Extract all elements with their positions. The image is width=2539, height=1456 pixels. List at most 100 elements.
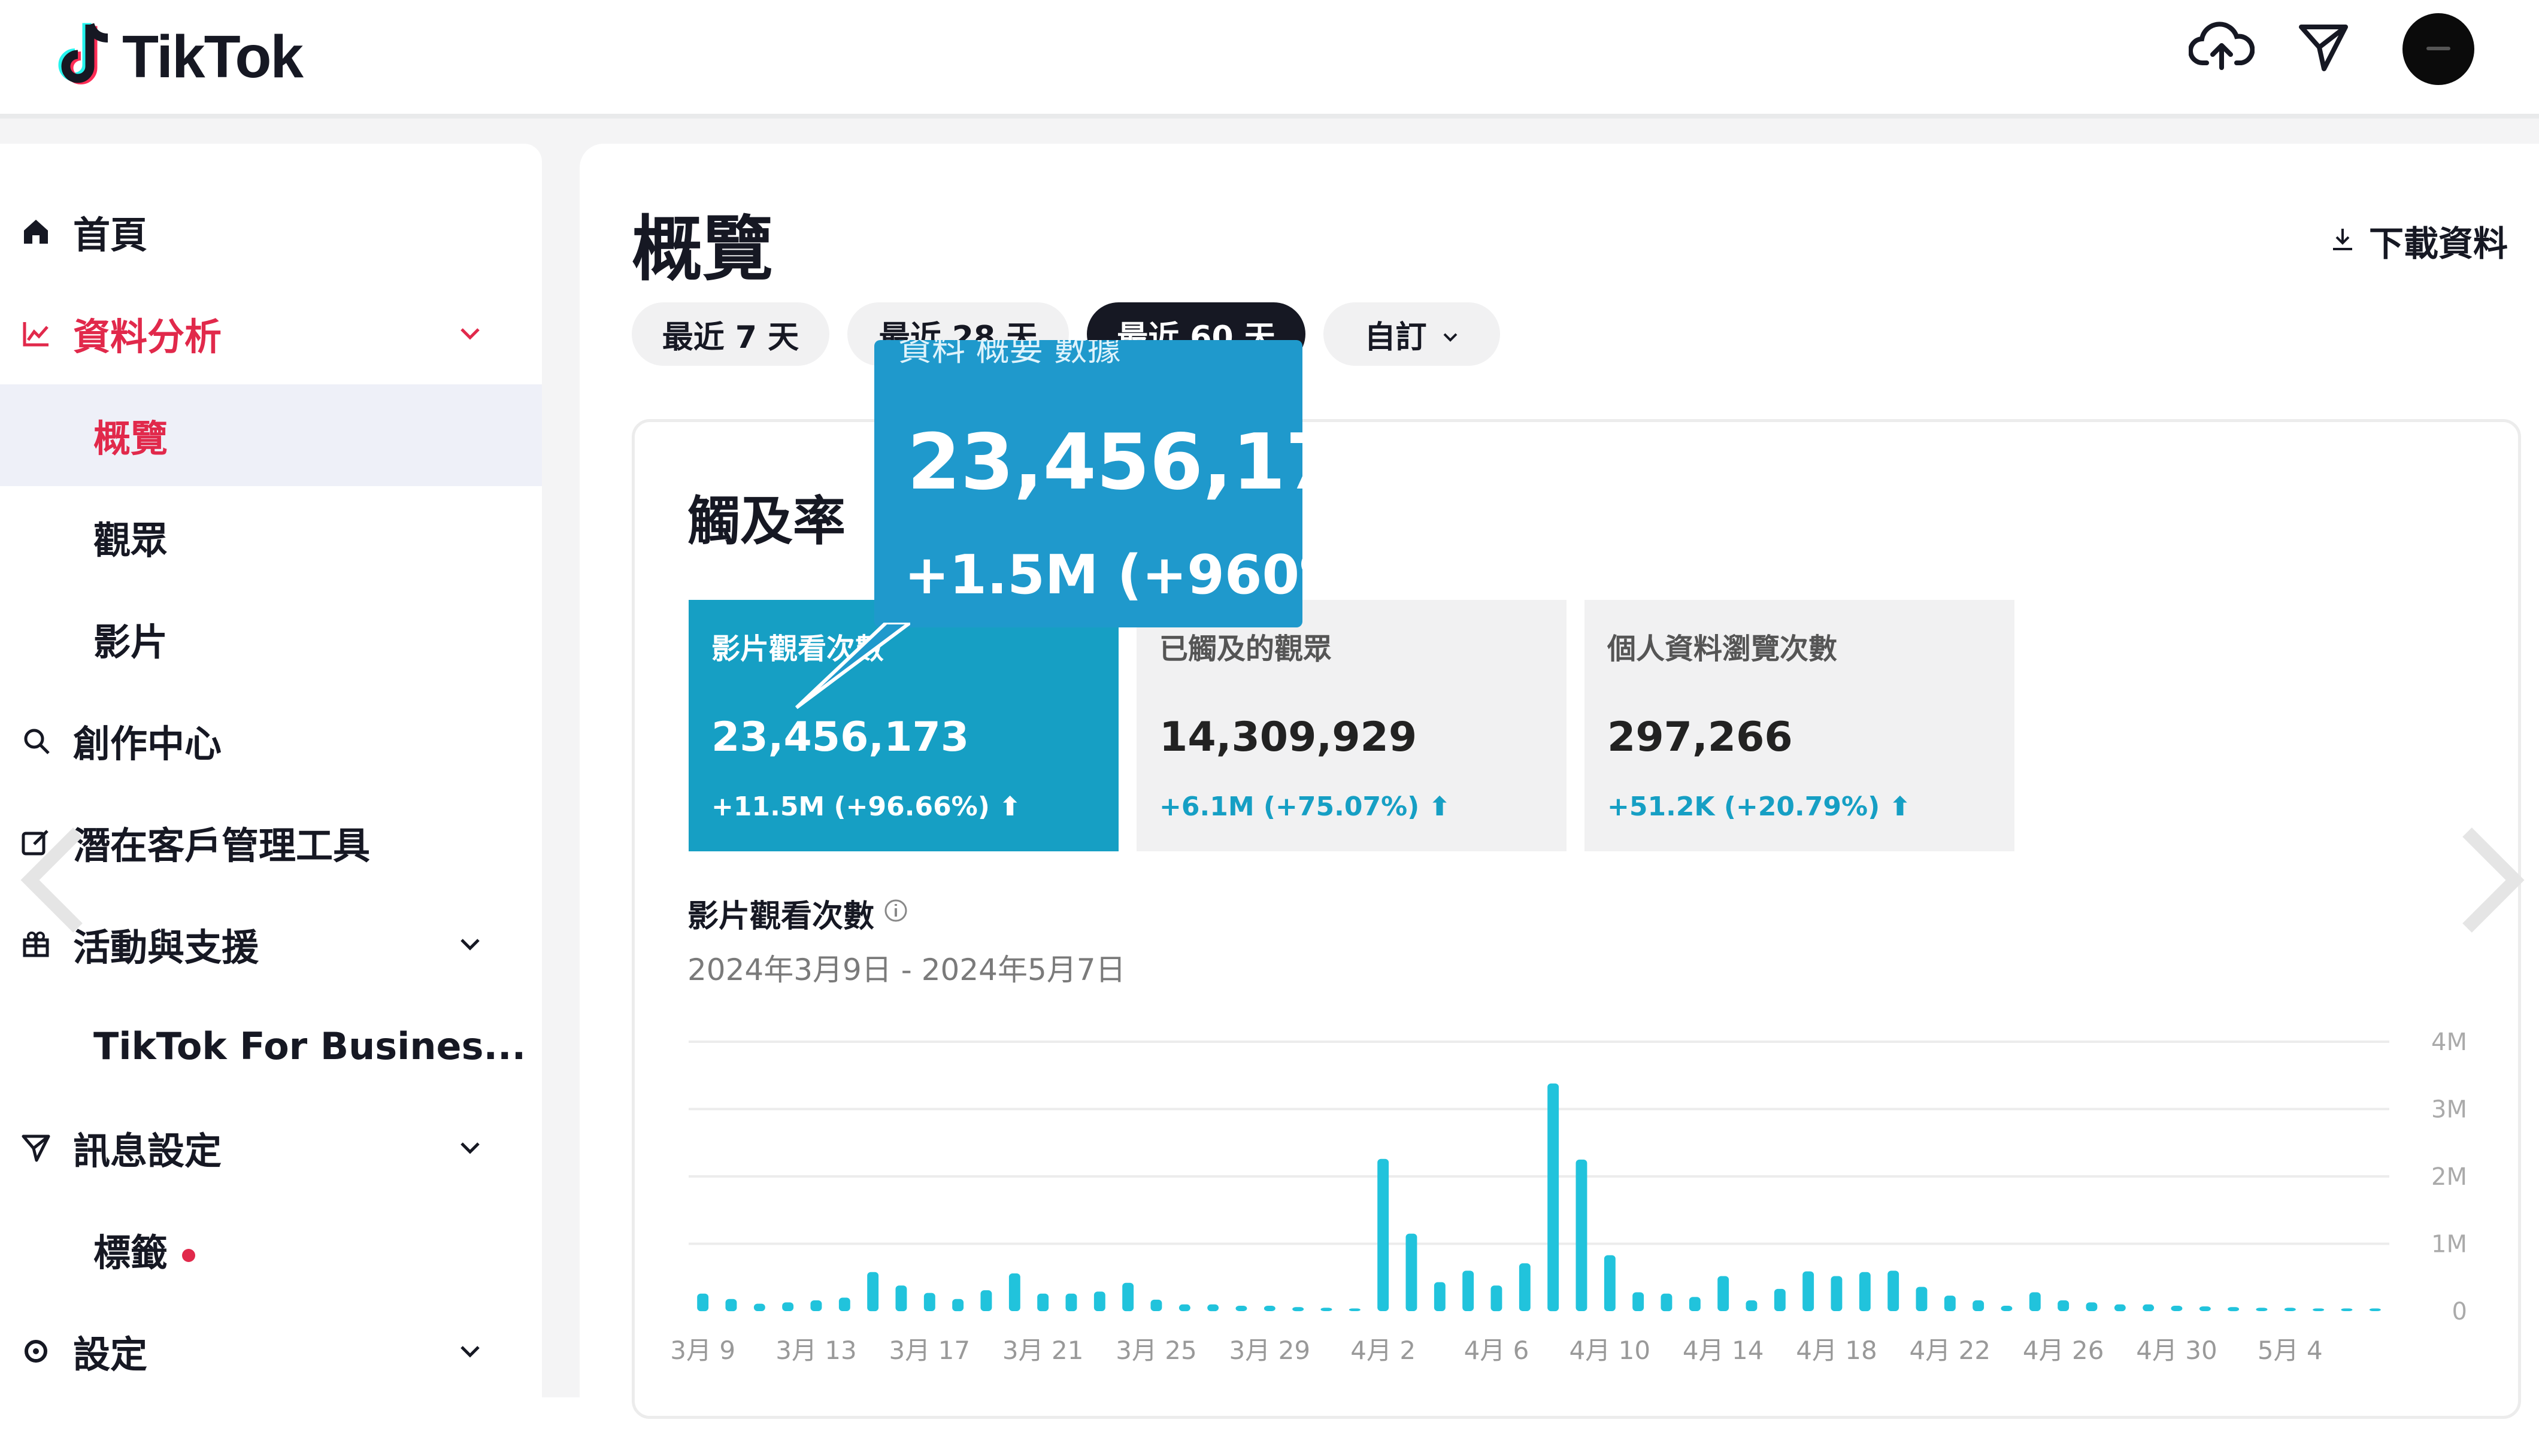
sidebar-item-tags[interactable]: 標籤 (0, 1199, 542, 1300)
bar[interactable] (1916, 1287, 1928, 1312)
bar[interactable] (2256, 1308, 2268, 1311)
bar[interactable] (2058, 1300, 2070, 1311)
send-icon[interactable] (2287, 11, 2359, 83)
bar[interactable] (697, 1293, 709, 1312)
bar[interactable] (1774, 1288, 1786, 1311)
bar[interactable] (725, 1299, 737, 1312)
bar[interactable] (952, 1299, 964, 1312)
sidebar-item-creator-center[interactable]: 創作中心 (0, 690, 542, 791)
bar[interactable] (782, 1302, 794, 1311)
tiktok-note-icon (54, 22, 114, 93)
metric-label: 個人資料瀏覽次數 (1607, 632, 1838, 666)
bar[interactable] (753, 1303, 765, 1311)
sidebar-item-analytics[interactable]: 資料分析 (0, 283, 542, 384)
x-tick-label: 4月 14 (1683, 1336, 1764, 1365)
x-tick-label: 4月 10 (1570, 1336, 1651, 1365)
bar[interactable] (1434, 1282, 1446, 1311)
bar[interactable] (980, 1290, 992, 1311)
sidebar-item-tiktok-for-business[interactable]: TikTok For Busines... (0, 995, 542, 1097)
bar[interactable] (1547, 1083, 1559, 1312)
sidebar-item-message-settings[interactable]: 訊息設定 (0, 1097, 542, 1199)
bar[interactable] (1462, 1270, 1474, 1312)
metric-reached-audience[interactable]: 已觸及的觀眾 14,309,929 +6.1M (+75.07%) ⬆ (1137, 600, 1567, 851)
bar[interactable] (1264, 1306, 1275, 1311)
bar[interactable] (1604, 1255, 1616, 1311)
bar[interactable] (923, 1293, 935, 1311)
bar[interactable] (2143, 1304, 2155, 1312)
bar[interactable] (2313, 1308, 2325, 1312)
bar[interactable] (1207, 1304, 1219, 1312)
bar[interactable] (1831, 1276, 1843, 1312)
bar[interactable] (1802, 1271, 1814, 1311)
tooltip-value: 23,456,173 (907, 418, 1302, 507)
sidebar-item-video[interactable]: 影片 (0, 588, 542, 690)
bar[interactable] (2171, 1306, 2183, 1311)
bar[interactable] (1405, 1233, 1417, 1311)
bar[interactable] (1122, 1282, 1134, 1312)
profile-avatar[interactable] (2402, 13, 2474, 85)
sidebar-item-overview[interactable]: 概覽 (0, 384, 542, 486)
bar[interactable] (1093, 1291, 1105, 1311)
arrow-up-icon: ⬆ (1889, 791, 1911, 822)
tiktok-logo[interactable]: TikTok (54, 18, 304, 96)
bar[interactable] (2114, 1304, 2126, 1312)
bar[interactable] (1235, 1306, 1247, 1311)
creator-icon (18, 723, 54, 759)
download-data-button[interactable]: 下載資料 (2329, 216, 2508, 266)
bar[interactable] (2228, 1307, 2240, 1312)
bar[interactable] (1150, 1299, 1162, 1311)
range-custom-dropdown[interactable]: 自訂 (1323, 302, 1500, 366)
bar[interactable] (2199, 1306, 2211, 1311)
cloud-upload-icon[interactable] (2186, 11, 2258, 83)
bar[interactable] (2086, 1302, 2098, 1311)
home-icon (18, 214, 54, 250)
bar[interactable] (1349, 1308, 1361, 1312)
bar[interactable] (895, 1285, 907, 1312)
chart-icon (18, 316, 54, 351)
value-tooltip: 資料 概要 數據 23,456,173 +1.5M (+960%) (874, 340, 1302, 627)
range-7-days[interactable]: 最近 7 天 (632, 302, 829, 366)
bar[interactable] (1377, 1158, 1389, 1311)
y-tick-label: 2M (2431, 1163, 2467, 1191)
sidebar-item-label: 活動與支援 (73, 926, 259, 969)
bar[interactable] (1661, 1293, 1673, 1312)
bar[interactable] (810, 1300, 822, 1311)
bar[interactable] (1575, 1159, 1587, 1311)
views-bar-chart: 0 1M 2M 3M 4M 3月 9 3月 13 3月 17 3月 21 3月 25 3月 29 4月… (670, 1029, 2467, 1365)
bar[interactable] (1178, 1304, 1190, 1312)
bar[interactable] (2284, 1308, 2296, 1311)
bar[interactable] (1973, 1300, 1984, 1311)
metric-label: 已觸及的觀眾 (1159, 632, 1332, 666)
bar[interactable] (1944, 1296, 1956, 1311)
bar[interactable] (867, 1272, 879, 1312)
bar[interactable] (1037, 1293, 1049, 1312)
bar[interactable] (1717, 1276, 1729, 1312)
bar[interactable] (1490, 1285, 1502, 1312)
sidebar-item-settings[interactable]: 設定 (0, 1300, 542, 1402)
bar[interactable] (1632, 1292, 1644, 1312)
carousel-next-arrow[interactable] (2449, 820, 2533, 940)
bar[interactable] (2029, 1292, 2041, 1312)
bar[interactable] (2341, 1308, 2353, 1312)
info-icon[interactable] (883, 896, 909, 932)
bar[interactable] (1008, 1273, 1020, 1311)
bar[interactable] (1887, 1270, 1899, 1312)
bar[interactable] (2001, 1306, 2013, 1311)
bar[interactable] (1689, 1297, 1701, 1311)
x-tick-label: 4月 30 (2136, 1336, 2217, 1365)
bar[interactable] (1519, 1263, 1531, 1311)
metric-profile-views[interactable]: 個人資料瀏覽次數 297,266 +51.2K (+20.79%) ⬆ (1584, 600, 2014, 851)
bar[interactable] (1320, 1308, 1332, 1311)
bar[interactable] (1746, 1300, 1758, 1311)
bar[interactable] (1292, 1307, 1304, 1312)
bar[interactable] (838, 1297, 850, 1312)
bar[interactable] (1065, 1293, 1077, 1312)
y-tick-label: 3M (2431, 1096, 2467, 1124)
range-label: 自訂 (1364, 319, 1427, 356)
bar[interactable] (1859, 1272, 1871, 1312)
bar[interactable] (2369, 1308, 2381, 1312)
carousel-prev-arrow[interactable] (12, 820, 96, 940)
download-label: 下載資料 (2369, 223, 2508, 264)
sidebar-item-audience[interactable]: 觀眾 (0, 486, 542, 588)
sidebar-item-home[interactable]: 首頁 (0, 181, 542, 283)
